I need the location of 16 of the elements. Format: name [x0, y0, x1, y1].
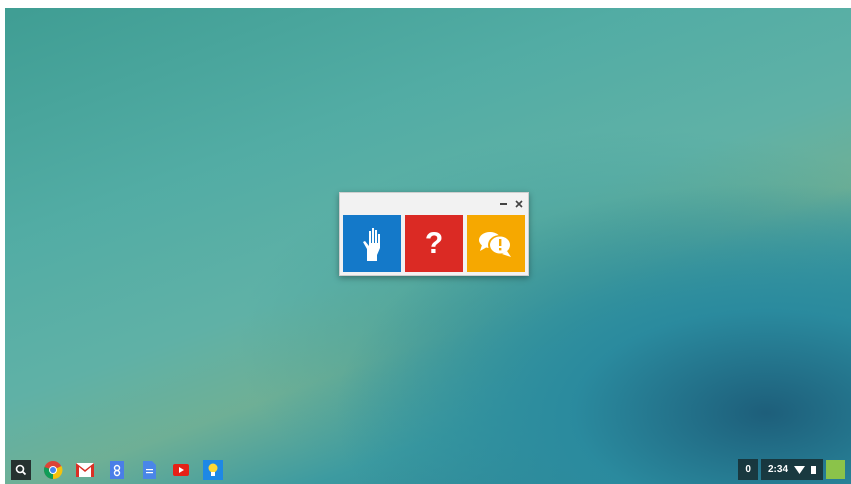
tile-button[interactable] — [467, 215, 525, 272]
wifi-icon — [794, 466, 805, 474]
browser-icon[interactable] — [43, 460, 63, 480]
tile-button[interactable] — [343, 215, 401, 272]
status-area[interactable]: 2:34 — [760, 459, 823, 480]
question-mark: ? — [424, 226, 444, 260]
close-icon[interactable] — [515, 200, 523, 208]
notification-counter[interactable]: 0 — [738, 459, 758, 480]
clock-time: 2:34 — [768, 464, 788, 475]
lightbulb-icon[interactable] — [203, 460, 223, 480]
minimize-icon[interactable] — [500, 202, 507, 205]
plus-app-icon[interactable] — [107, 460, 127, 480]
tile-button[interactable]: ? — [405, 215, 463, 272]
hand-icon — [362, 226, 382, 260]
search-icon[interactable] — [11, 460, 31, 480]
battery-icon — [811, 465, 816, 474]
